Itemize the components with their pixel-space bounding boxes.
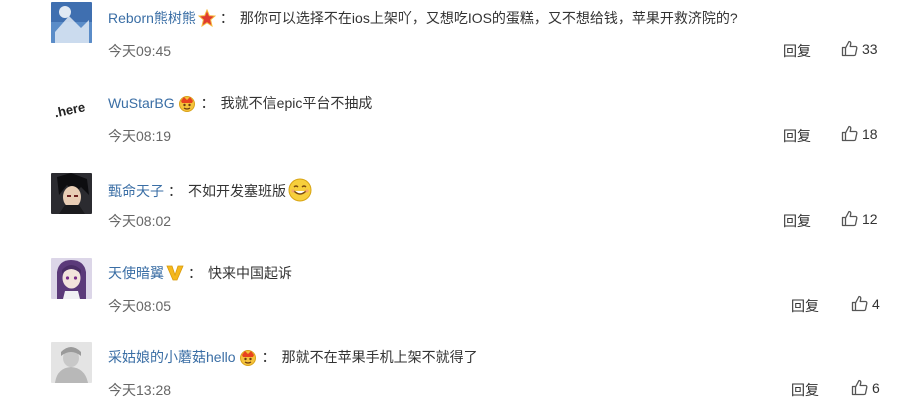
comment-item: 天使暗翼 ： 快来中国起诉 今天08:05 回复 4 bbox=[0, 255, 906, 327]
thumbs-up-icon bbox=[841, 210, 858, 227]
colon: ： bbox=[261, 349, 276, 365]
reply-button[interactable]: 回复 bbox=[791, 380, 819, 400]
like-button[interactable]: 18 bbox=[841, 125, 878, 142]
user-avatar[interactable] bbox=[51, 258, 92, 299]
comment-header: 甄命天子： 不如开发塞班版 bbox=[108, 178, 312, 207]
reply-button[interactable]: 回复 bbox=[783, 126, 811, 146]
username-link[interactable]: 天使暗翼 bbox=[108, 265, 164, 281]
like-count: 33 bbox=[862, 41, 878, 57]
username-link[interactable]: Reborn熊树熊 bbox=[108, 10, 196, 26]
username-link[interactable]: 采姑娘的小蘑菇hello bbox=[108, 349, 236, 365]
like-count: 12 bbox=[862, 211, 878, 227]
crown-badge-icon bbox=[238, 348, 258, 371]
user-avatar[interactable] bbox=[51, 2, 92, 43]
user-avatar[interactable] bbox=[51, 173, 92, 214]
comment-text: 不如开发塞班版 bbox=[188, 183, 286, 199]
comment-time: 今天13:28 bbox=[108, 382, 172, 398]
user-avatar[interactable]: .here bbox=[51, 87, 92, 128]
comment-text: 我就不信epic平台不抽成 bbox=[220, 95, 373, 111]
colon: ： bbox=[200, 95, 215, 111]
comment-time: 今天09:45 bbox=[108, 43, 172, 59]
thumbs-up-icon bbox=[851, 295, 868, 312]
comment-text: 那你可以选择不在ios上架吖，又想吃IOS的蛋糕，又不想给钱，苹果开救济院的? bbox=[239, 10, 738, 26]
comment-header: 天使暗翼 ： 快来中国起诉 bbox=[108, 263, 292, 287]
user-avatar[interactable] bbox=[51, 342, 92, 383]
username-link[interactable]: WuStarBG bbox=[108, 95, 175, 111]
colon: ： bbox=[168, 183, 182, 199]
crown-badge-icon bbox=[177, 94, 197, 117]
v-badge-icon bbox=[166, 264, 184, 287]
comment-text: 那就不在苹果手机上架不就得了 bbox=[281, 349, 478, 365]
comment-header: 采姑娘的小蘑菇hello ： 那就不在苹果手机上架不就得了 bbox=[108, 347, 478, 371]
like-count: 4 bbox=[872, 296, 880, 312]
username-link[interactable]: 甄命天子 bbox=[108, 183, 164, 199]
comment-item: Reborn熊树熊 ： 那你可以选择不在ios上架吖，又想吃IOS的蛋糕，又不想给钱… bbox=[0, 0, 906, 72]
reply-button[interactable]: 回复 bbox=[791, 296, 819, 316]
reply-button[interactable]: 回复 bbox=[783, 211, 811, 231]
comment-time: 今天08:05 bbox=[108, 298, 172, 314]
star-badge-icon bbox=[197, 8, 217, 32]
comment-header: WuStarBG ： 我就不信epic平台不抽成 bbox=[108, 93, 372, 117]
colon: ： bbox=[188, 265, 202, 281]
like-button[interactable]: 33 bbox=[841, 40, 878, 57]
like-count: 6 bbox=[872, 380, 880, 396]
like-button[interactable]: 12 bbox=[841, 210, 878, 227]
thumbs-up-icon bbox=[851, 379, 868, 396]
comment-item: 采姑娘的小蘑菇hello ： 那就不在苹果手机上架不就得了 今天13:28 回复 6 bbox=[0, 339, 906, 402]
comment-header: Reborn熊树熊 ： 那你可以选择不在ios上架吖，又想吃IOS的蛋糕，又不想给钱… bbox=[108, 8, 738, 32]
thumbs-up-icon bbox=[841, 40, 858, 57]
colon: ： bbox=[219, 10, 234, 26]
comment-time: 今天08:02 bbox=[108, 213, 172, 229]
reply-button[interactable]: 回复 bbox=[783, 41, 811, 61]
comment-time: 今天08:19 bbox=[108, 128, 172, 144]
thumbs-up-icon bbox=[841, 125, 858, 142]
like-button[interactable]: 6 bbox=[851, 379, 880, 396]
smile-emoji-icon bbox=[288, 178, 312, 207]
comment-text: 快来中国起诉 bbox=[208, 265, 292, 281]
like-count: 18 bbox=[862, 126, 878, 142]
like-button[interactable]: 4 bbox=[851, 295, 880, 312]
comment-item: .here WuStarBG：我就不信epic平台不抽成 今天08:19 回复 … bbox=[0, 85, 906, 157]
comment-item: 甄命天子： 不如开发塞班版 今天08:02 回复 12 bbox=[0, 170, 906, 242]
